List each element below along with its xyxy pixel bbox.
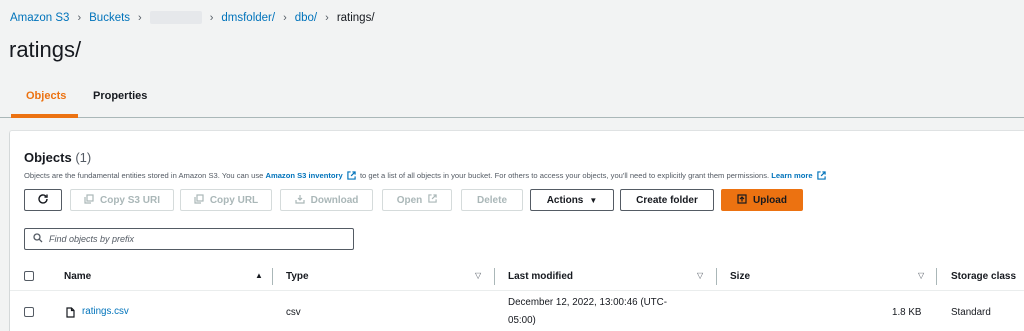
object-storage-class: Standard — [951, 307, 991, 318]
external-link-icon — [817, 171, 826, 182]
column-divider[interactable] — [494, 268, 495, 285]
refresh-button[interactable] — [24, 189, 62, 211]
caret-down-icon: ▼ — [589, 195, 598, 205]
breadcrumb-dmsfolder[interactable]: dmsfolder/ — [221, 12, 275, 24]
copy-s3-uri-button[interactable]: Copy S3 URI — [70, 189, 174, 211]
objects-panel: Objects (1) Objects are the fundamental … — [10, 131, 1024, 331]
active-tab-indicator — [11, 114, 78, 118]
actions-label: Actions — [546, 194, 584, 206]
description-text-2: to get a list of all objects in your buc… — [357, 171, 772, 180]
breadcrumb-current: ratings/ — [336, 11, 375, 24]
sort-ascending-icon[interactable]: ▲ — [255, 271, 263, 280]
download-icon — [295, 194, 305, 207]
tab-bar: Objects Properties — [0, 80, 1024, 118]
copy-s3-uri-label: Copy S3 URI — [99, 194, 160, 206]
breadcrumb-bucket-redacted[interactable] — [149, 11, 202, 24]
column-divider[interactable] — [716, 268, 717, 285]
external-link-icon — [347, 171, 356, 182]
page-title: ratings/ — [9, 37, 82, 62]
table-header: Name ▲ Type ▽ Last modified ▽ Size ▽ Sto… — [10, 261, 1024, 291]
file-icon — [66, 305, 75, 323]
open-label: Open — [396, 194, 423, 206]
search-icon — [33, 230, 43, 248]
chevron-right-icon: › — [209, 11, 214, 24]
refresh-icon — [37, 193, 49, 208]
select-all-checkbox[interactable] — [24, 271, 34, 281]
tab-objects[interactable]: Objects — [26, 90, 66, 102]
column-divider[interactable] — [272, 268, 273, 285]
column-header-size[interactable]: Size — [730, 271, 750, 282]
objects-heading: Objects (1) — [24, 150, 91, 165]
copy-icon — [84, 193, 94, 207]
copy-url-button[interactable]: Copy URL — [180, 189, 272, 211]
create-folder-label: Create folder — [636, 194, 698, 206]
tab-properties[interactable]: Properties — [93, 90, 147, 102]
row-checkbox[interactable] — [24, 307, 34, 317]
download-label: Download — [310, 194, 359, 206]
breadcrumb: Amazon S3 › Buckets › › dmsfolder/ › dbo… — [10, 11, 375, 24]
delete-button[interactable]: Delete — [461, 189, 523, 211]
column-header-last-modified[interactable]: Last modified — [508, 271, 573, 282]
inventory-link[interactable]: Amazon S3 inventory — [265, 171, 342, 180]
copy-icon — [194, 193, 204, 207]
search-box — [24, 228, 354, 250]
upload-label: Upload — [753, 194, 787, 206]
column-divider[interactable] — [936, 268, 937, 285]
upload-button[interactable]: Upload — [721, 189, 803, 211]
upload-icon — [737, 193, 747, 207]
breadcrumb-amazon-s3[interactable]: Amazon S3 — [10, 12, 69, 24]
objects-description: Objects are the fundamental entities sto… — [24, 171, 828, 182]
object-name-link[interactable]: ratings.csv — [82, 306, 129, 317]
open-button[interactable]: Open — [382, 189, 452, 211]
column-header-name[interactable]: Name — [64, 271, 91, 282]
object-last-modified-line2: 05:00) — [508, 315, 536, 326]
actions-dropdown[interactable]: Actions ▼ — [530, 189, 614, 211]
table-row: ratings.csv csv December 12, 2022, 13:00… — [10, 292, 1024, 331]
chevron-right-icon: › — [283, 11, 287, 24]
object-last-modified-line1: December 12, 2022, 13:00:46 (UTC- — [508, 297, 668, 308]
objects-count: (1) — [75, 150, 92, 165]
search-input[interactable] — [49, 234, 339, 244]
copy-url-label: Copy URL — [209, 194, 259, 206]
external-link-icon — [428, 194, 437, 206]
sort-icon[interactable]: ▽ — [475, 271, 481, 280]
sort-icon[interactable]: ▽ — [918, 271, 924, 280]
chevron-right-icon: › — [138, 11, 142, 24]
column-header-type[interactable]: Type — [286, 271, 309, 282]
breadcrumb-dbo[interactable]: dbo/ — [295, 12, 317, 24]
download-button[interactable]: Download — [280, 189, 373, 211]
object-size: 1.8 KB — [892, 307, 922, 318]
sort-icon[interactable]: ▽ — [697, 271, 703, 280]
object-type: csv — [286, 307, 301, 318]
delete-label: Delete — [476, 194, 507, 206]
objects-heading-label: Objects — [24, 150, 72, 165]
breadcrumb-buckets[interactable]: Buckets — [89, 12, 130, 24]
description-text-1: Objects are the fundamental entities sto… — [24, 171, 266, 180]
learn-more-link[interactable]: Learn more — [771, 171, 812, 180]
chevron-right-icon: › — [325, 11, 329, 24]
column-header-storage-class[interactable]: Storage class — [951, 271, 1016, 282]
create-folder-button[interactable]: Create folder — [620, 189, 714, 211]
chevron-right-icon: › — [77, 11, 82, 24]
